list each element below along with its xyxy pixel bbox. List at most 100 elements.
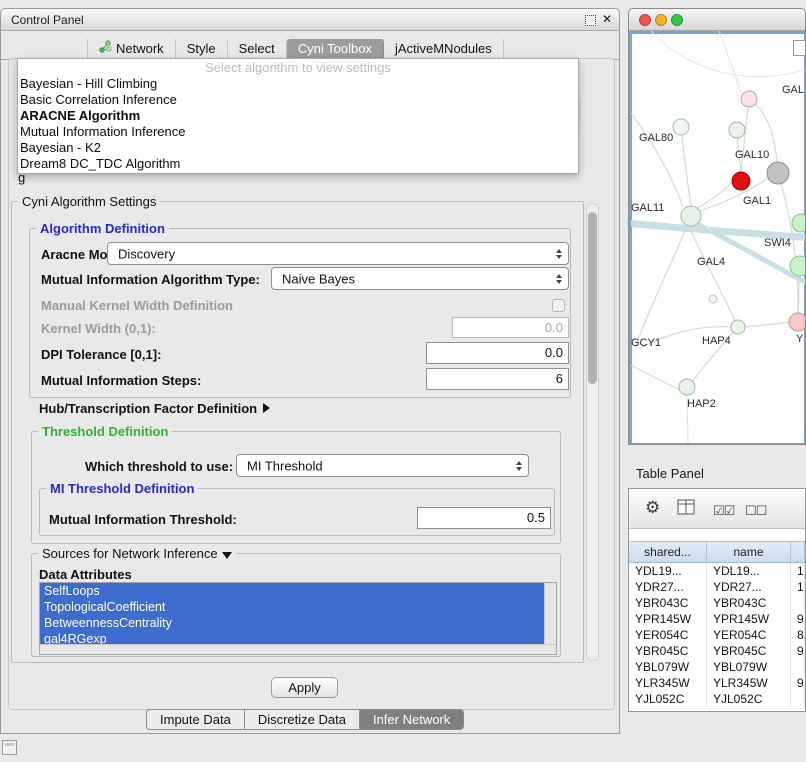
application-desktop: Control Panel ✕ Network StyleSelectCyni T… xyxy=(0,0,806,762)
network-edge[interactable] xyxy=(651,31,806,77)
network-node[interactable] xyxy=(741,91,757,107)
table-row[interactable]: YLR345WYLR345W9. xyxy=(629,675,805,691)
tab-label: Network xyxy=(116,39,164,59)
algorithm-option[interactable]: Bayesian - K2 xyxy=(18,140,578,156)
table-cell: YBL079W xyxy=(707,659,791,675)
cyni-settings-group-title: Cyni Algorithm Settings xyxy=(18,194,160,209)
tab-select[interactable]: Select xyxy=(228,39,287,59)
table-cell: 9. xyxy=(791,643,805,659)
tab-jactivemnodules[interactable]: jActiveMNodules xyxy=(384,39,504,59)
network-node[interactable] xyxy=(729,122,745,138)
settings-scrollbar-thumb[interactable] xyxy=(588,212,597,384)
network-canvas[interactable]: GALGAL80GAL10GAL11GAL1SWI4GAL4GCY1HAP4HA… xyxy=(629,31,806,445)
table-cell: YDL19... xyxy=(707,563,791,579)
kernel-width-input: 0.0 xyxy=(452,317,569,338)
minimize-traffic-light[interactable] xyxy=(655,14,667,26)
network-view-window: GALGAL80GAL10GAL11GAL1SWI4GAL4GCY1HAP4HA… xyxy=(628,8,806,445)
network-node[interactable] xyxy=(679,379,695,395)
bottom-tab-impute-data[interactable]: Impute Data xyxy=(146,709,245,730)
node-label: GCY1 xyxy=(631,337,661,349)
canvas-corner-widget[interactable] xyxy=(793,40,806,56)
network-node[interactable] xyxy=(681,206,701,226)
close-icon[interactable]: ✕ xyxy=(602,12,612,26)
table-row[interactable]: YBR045CYBR045C9. xyxy=(629,643,805,659)
table-cell: YPR145W xyxy=(707,611,791,627)
column-header-shared[interactable]: shared... xyxy=(629,542,707,562)
table-cell: 13 xyxy=(791,563,805,579)
algorithm-popup-items: Bayesian - Hill ClimbingBasic Correlatio… xyxy=(18,76,578,172)
table-row[interactable]: YJL052CYJL052C xyxy=(629,691,805,707)
tab-cyni-toolbox[interactable]: Cyni Toolbox xyxy=(287,39,384,59)
which-threshold-select[interactable]: MI Threshold xyxy=(236,454,529,477)
column-header-name[interactable]: name xyxy=(707,542,791,562)
columns-icon[interactable] xyxy=(677,499,695,520)
network-node[interactable] xyxy=(732,172,750,190)
table-row[interactable]: YBL079WYBL079W xyxy=(629,659,805,675)
settings-scrollbar[interactable] xyxy=(586,203,599,661)
apply-button[interactable]: Apply xyxy=(271,677,338,698)
attribute-item[interactable]: TopologicalCoefficient xyxy=(40,599,549,615)
table-cell: YBR043C xyxy=(629,595,707,611)
aracne-mode-value: Discovery xyxy=(118,246,175,261)
network-node[interactable] xyxy=(709,295,717,303)
bottom-tab-discretize-data[interactable]: Discretize Data xyxy=(245,709,360,730)
restore-panel-icon[interactable] xyxy=(2,740,17,755)
attributes-list-hscrollbar[interactable] xyxy=(40,644,556,654)
node-label: GAL xyxy=(782,84,804,96)
mi-steps-input[interactable]: 6 xyxy=(426,368,569,390)
data-attributes-list[interactable]: SelfLoopsTopologicalCoefficientBetweenne… xyxy=(39,582,557,655)
network-edge[interactable] xyxy=(637,226,687,343)
network-edge[interactable] xyxy=(631,363,680,390)
network-node[interactable] xyxy=(790,256,806,276)
algorithm-option[interactable]: ARACNE Algorithm xyxy=(18,108,578,124)
network-node[interactable] xyxy=(767,162,789,184)
table-row[interactable]: YER054CYER054C8. xyxy=(629,627,805,643)
network-node[interactable] xyxy=(673,119,689,135)
table-cell: YER054C xyxy=(707,627,791,643)
network-edge[interactable] xyxy=(631,103,683,207)
network-icon xyxy=(99,39,112,59)
data-attributes-label: Data Attributes xyxy=(39,567,132,582)
node-label: GAL10 xyxy=(735,149,769,161)
network-edge[interactable] xyxy=(745,322,791,327)
dpi-tolerance-input[interactable]: 0.0 xyxy=(426,342,569,364)
algorithm-option[interactable]: Bayesian - Hill Climbing xyxy=(18,76,578,92)
network-node[interactable] xyxy=(792,214,806,232)
network-node[interactable] xyxy=(731,320,745,334)
network-edge[interactable] xyxy=(681,127,691,206)
table-cell: YBR045C xyxy=(707,643,791,659)
close-traffic-light[interactable] xyxy=(639,14,651,26)
select-all-icon[interactable]: ☑☑ xyxy=(713,501,734,521)
control-panel-window: Control Panel ✕ Network StyleSelectCyni T… xyxy=(0,8,620,734)
hub-section-toggle[interactable]: Hub/Transcription Factor Definition xyxy=(39,401,270,416)
tab-style[interactable]: Style xyxy=(176,39,228,59)
control-panel-titlebar[interactable]: Control Panel ✕ xyxy=(1,9,619,31)
node-label: GAL1 xyxy=(743,195,771,207)
network-window-titlebar[interactable] xyxy=(629,9,805,31)
aracne-mode-select[interactable]: Discovery xyxy=(107,242,569,265)
table-row[interactable]: YDL19...YDL19...13 xyxy=(629,563,805,579)
select-none-icon[interactable]: ☐☐ xyxy=(745,501,766,521)
tab-network[interactable]: Network xyxy=(87,39,176,59)
sources-group-toggle[interactable]: Sources for Network Inference xyxy=(38,546,236,561)
network-edge[interactable] xyxy=(719,31,741,93)
float-window-icon[interactable] xyxy=(585,15,596,26)
node-label: GAL4 xyxy=(697,256,725,268)
attribute-item[interactable]: BetweennessCentrality xyxy=(40,615,549,631)
column-header-partial[interactable] xyxy=(791,542,805,562)
network-node[interactable] xyxy=(789,313,806,331)
combo-arrows-icon xyxy=(556,249,562,259)
table-row[interactable]: YBR043CYBR043C xyxy=(629,595,805,611)
table-row[interactable]: YPR145WYPR145W9. xyxy=(629,611,805,627)
gear-icon[interactable]: ⚙ xyxy=(645,498,660,518)
mi-threshold-definition-title: MI Threshold Definition xyxy=(46,481,198,496)
algorithm-option[interactable]: Mutual Information Inference xyxy=(18,124,578,140)
algorithm-option[interactable]: Basic Correlation Inference xyxy=(18,92,578,108)
table-row[interactable]: YDR27...YDR27...12 xyxy=(629,579,805,595)
algorithm-option[interactable]: Dream8 DC_TDC Algorithm xyxy=(18,156,578,172)
bottom-tab-infer-network[interactable]: Infer Network xyxy=(360,709,464,730)
mi-threshold-input[interactable]: 0.5 xyxy=(417,507,551,529)
mi-type-select[interactable]: Naive Bayes xyxy=(271,267,569,290)
zoom-traffic-light[interactable] xyxy=(671,14,683,26)
attribute-item[interactable]: SelfLoops xyxy=(40,583,549,599)
